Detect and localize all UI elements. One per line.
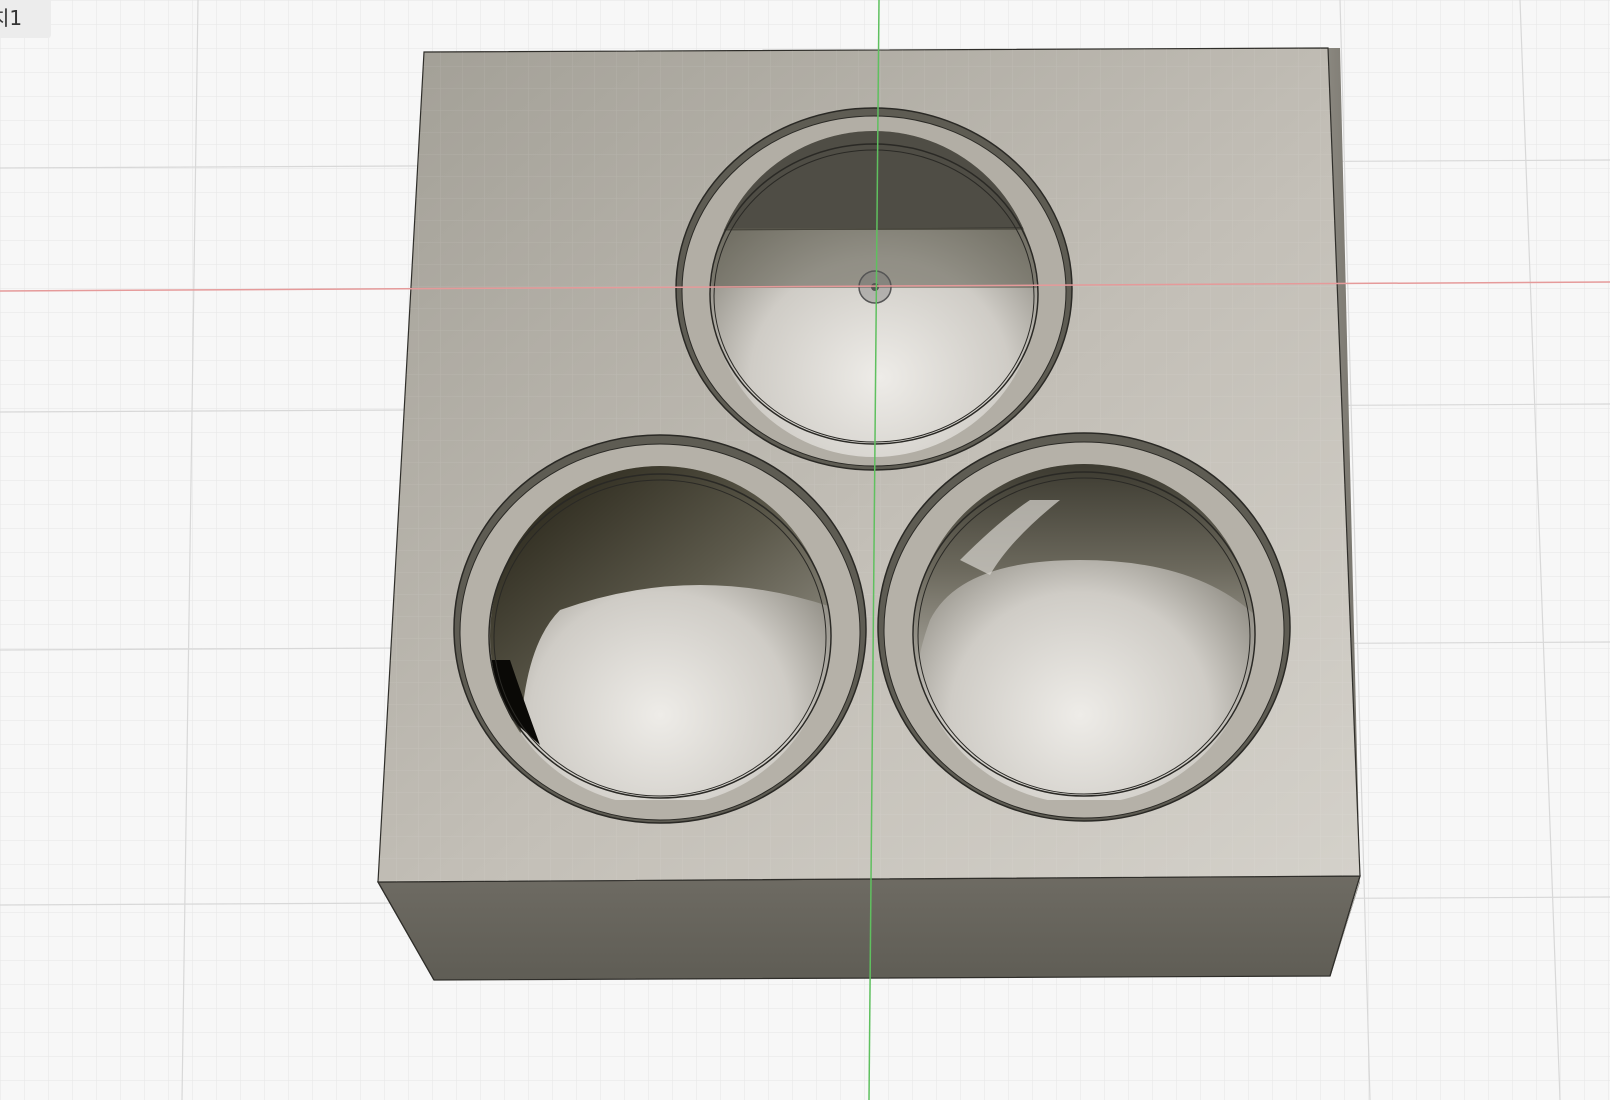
block-front-face[interactable] [376, 875, 1361, 981]
sketch-label-text: 치1 [0, 6, 23, 30]
cup-hole-right[interactable] [877, 432, 1291, 822]
cup-hole-top[interactable] [675, 107, 1073, 471]
3d-viewport[interactable]: 치1 [0, 0, 1610, 1100]
cup-hole-left[interactable] [453, 434, 867, 824]
viewport-canvas[interactable] [0, 0, 1610, 1100]
sketch-label-tab[interactable]: 치1 [0, 0, 52, 38]
